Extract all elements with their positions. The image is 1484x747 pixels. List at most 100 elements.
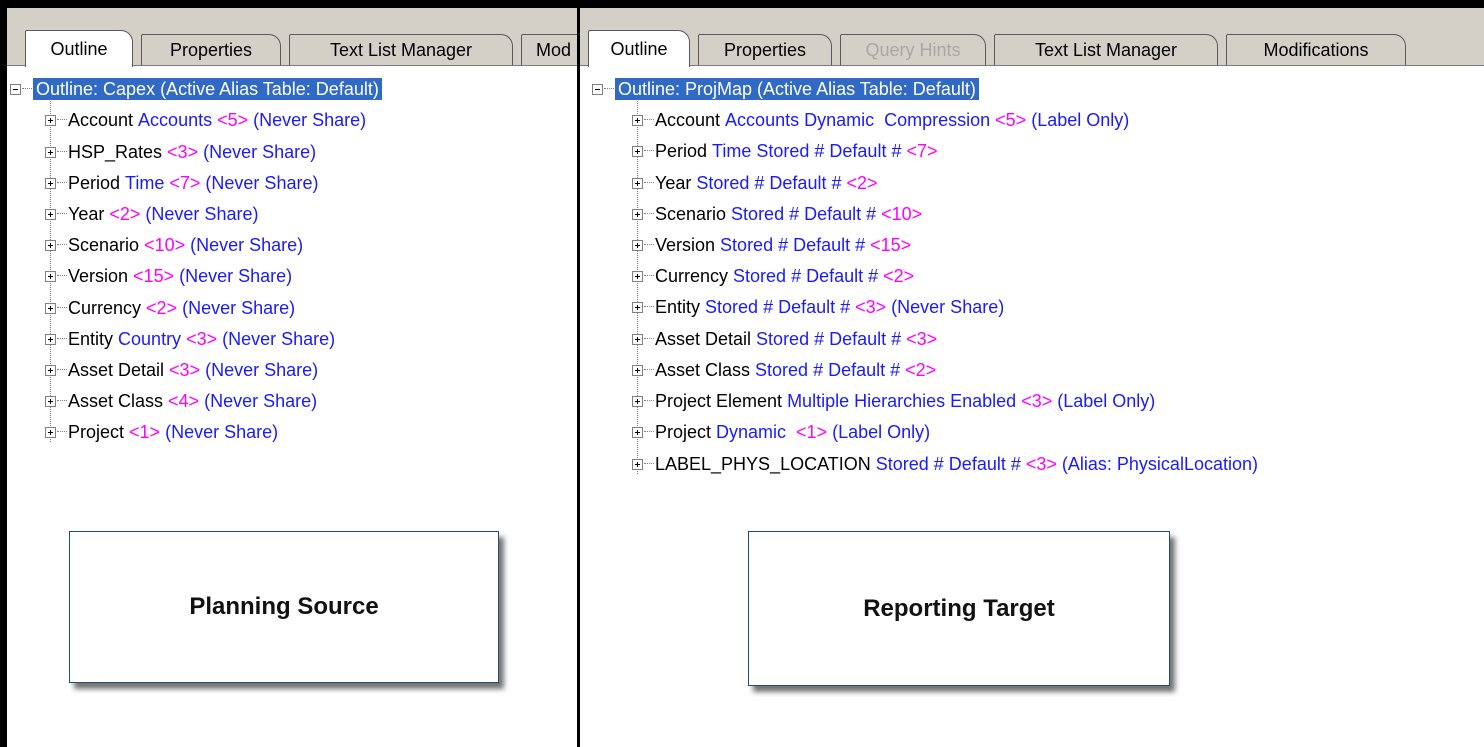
tab-label: Outline bbox=[610, 38, 668, 59]
member-property: Stored # Default # bbox=[705, 296, 851, 317]
member-name: Version bbox=[68, 265, 129, 286]
plus-box-icon[interactable] bbox=[45, 364, 56, 376]
member-row-project-element[interactable]: Project Element Multiple Hierarchies Ena… bbox=[632, 389, 1155, 413]
member-row-period[interactable]: Period Time <7> (Never Share) bbox=[45, 171, 318, 195]
tab-label: Properties bbox=[723, 39, 807, 60]
member-row-asset-class[interactable]: Asset Class Stored # Default # <2> bbox=[632, 358, 936, 382]
member-row-account[interactable]: Account Accounts Dynamic Compression <5>… bbox=[632, 108, 1129, 132]
plus-box-icon[interactable] bbox=[45, 395, 56, 407]
minus-box-icon[interactable] bbox=[592, 83, 603, 95]
member-storage: (Never Share) bbox=[253, 109, 367, 130]
member-row-year[interactable]: Year <2> (Never Share) bbox=[45, 202, 258, 226]
reporting-target-callout: Reporting Target bbox=[748, 531, 1170, 686]
member-child-count: <2> bbox=[905, 359, 937, 380]
outline-root-label: Outline: ProjMap (Active Alias Table: De… bbox=[615, 78, 979, 100]
minus-box-icon[interactable] bbox=[10, 83, 21, 95]
member-child-count: <10> bbox=[881, 203, 923, 224]
plus-box-icon[interactable] bbox=[632, 395, 643, 407]
plus-box-icon[interactable] bbox=[45, 270, 56, 282]
tab-modifications[interactable]: Modifications bbox=[1226, 34, 1406, 65]
plus-box-icon[interactable] bbox=[632, 426, 643, 438]
tree-connector bbox=[644, 400, 654, 402]
member-name: HSP_Rates bbox=[68, 141, 163, 162]
member-row-scenario[interactable]: Scenario <10> (Never Share) bbox=[45, 233, 303, 257]
member-row-asset-detail[interactable]: Asset Detail Stored # Default # <3> bbox=[632, 327, 937, 351]
member-storage: (Never Share) bbox=[165, 421, 279, 442]
plus-box-icon[interactable] bbox=[45, 177, 56, 189]
member-property: Stored # Default # bbox=[733, 265, 879, 286]
member-row-asset-detail[interactable]: Asset Detail <3> (Never Share) bbox=[45, 358, 318, 382]
plus-box-icon[interactable] bbox=[45, 146, 56, 158]
member-name: Currency bbox=[655, 265, 729, 286]
plus-box-icon[interactable] bbox=[632, 270, 643, 282]
member-row-asset-class[interactable]: Asset Class <4> (Never Share) bbox=[45, 389, 317, 413]
tab-query-hints: Query Hints bbox=[840, 34, 986, 65]
plus-box-icon[interactable] bbox=[45, 302, 56, 314]
outline-root[interactable]: Outline: ProjMap (Active Alias Table: De… bbox=[592, 77, 979, 101]
tree-connector bbox=[644, 213, 654, 215]
member-storage: (Never Share) bbox=[190, 234, 304, 255]
plus-box-icon[interactable] bbox=[632, 333, 643, 345]
member-property: Stored # Default # bbox=[696, 172, 842, 193]
tab-label: Properties bbox=[169, 39, 253, 60]
tree-connector bbox=[604, 88, 614, 90]
plus-box-icon[interactable] bbox=[632, 145, 643, 157]
member-child-count: <10> bbox=[144, 234, 186, 255]
member-property: Time bbox=[125, 172, 165, 193]
plus-box-icon[interactable] bbox=[632, 208, 643, 220]
member-row-label-phys-location[interactable]: LABEL_PHYS_LOCATION Stored # Default # <… bbox=[632, 452, 1258, 476]
member-row-entity[interactable]: Entity Stored # Default # <3> (Never Sha… bbox=[632, 295, 1004, 319]
tab-text-list-manager[interactable]: Text List Manager bbox=[994, 34, 1218, 65]
tab-text-list-manager[interactable]: Text List Manager bbox=[289, 34, 513, 65]
member-row-year[interactable]: Year Stored # Default # <2> bbox=[632, 171, 878, 195]
tab-properties[interactable]: Properties bbox=[141, 34, 281, 65]
tab-properties[interactable]: Properties bbox=[698, 34, 832, 65]
member-row-currency[interactable]: Currency <2> (Never Share) bbox=[45, 296, 295, 320]
member-storage: (Never Share) bbox=[179, 265, 293, 286]
member-name: Account bbox=[655, 109, 721, 130]
tree-connector bbox=[644, 275, 654, 277]
tab-label: Text List Manager bbox=[329, 39, 473, 60]
plus-box-icon[interactable] bbox=[45, 208, 56, 220]
tree-connector bbox=[57, 400, 67, 402]
plus-box-icon[interactable] bbox=[45, 239, 56, 251]
tree-connector bbox=[644, 306, 654, 308]
member-row-account[interactable]: Account Accounts <5> (Never Share) bbox=[45, 108, 366, 132]
tab-label: Outline bbox=[50, 38, 108, 59]
plus-box-icon[interactable] bbox=[45, 333, 56, 345]
member-row-version[interactable]: Version Stored # Default # <15> bbox=[632, 233, 911, 257]
plus-box-icon[interactable] bbox=[632, 458, 643, 470]
tab-outline[interactable]: Outline bbox=[588, 30, 690, 67]
tree-connector bbox=[644, 119, 654, 121]
right-outline-tree: Outline: ProjMap (Active Alias Table: De… bbox=[580, 66, 1484, 747]
member-row-hsp-rates[interactable]: HSP_Rates <3> (Never Share) bbox=[45, 140, 316, 164]
member-storage: (Label Only) bbox=[832, 421, 931, 442]
member-child-count: <2> bbox=[146, 297, 178, 318]
plus-box-icon[interactable] bbox=[632, 114, 643, 126]
member-row-period[interactable]: Period Time Stored # Default # <7> bbox=[632, 139, 938, 163]
member-row-entity[interactable]: Entity Country <3> (Never Share) bbox=[45, 327, 335, 351]
member-row-version[interactable]: Version <15> (Never Share) bbox=[45, 264, 292, 288]
tab-modifications-clipped[interactable]: Mod bbox=[521, 34, 577, 65]
left-tab-bar: Outline Properties Text List Manager Mod bbox=[7, 8, 577, 67]
tree-connector bbox=[57, 338, 67, 340]
plus-box-icon[interactable] bbox=[45, 426, 56, 438]
tab-outline[interactable]: Outline bbox=[25, 30, 133, 67]
member-row-project[interactable]: Project Dynamic <1> (Label Only) bbox=[632, 420, 930, 444]
member-row-project[interactable]: Project <1> (Never Share) bbox=[45, 420, 278, 444]
member-name: Project bbox=[68, 421, 125, 442]
plus-box-icon[interactable] bbox=[632, 177, 643, 189]
member-name: Year bbox=[655, 172, 692, 193]
member-child-count: <3> bbox=[855, 296, 887, 317]
member-name: Account bbox=[68, 109, 134, 130]
member-row-scenario[interactable]: Scenario Stored # Default # <10> bbox=[632, 202, 922, 226]
member-row-currency[interactable]: Currency Stored # Default # <2> bbox=[632, 264, 914, 288]
member-storage: (Never Share) bbox=[891, 296, 1005, 317]
plus-box-icon[interactable] bbox=[632, 364, 643, 376]
plus-box-icon[interactable] bbox=[45, 114, 56, 126]
member-child-count: <2> bbox=[883, 265, 915, 286]
plus-box-icon[interactable] bbox=[632, 301, 643, 313]
plus-box-icon[interactable] bbox=[632, 239, 643, 251]
outline-root[interactable]: Outline: Capex (Active Alias Table: Defa… bbox=[10, 77, 382, 101]
member-name: Entity bbox=[68, 328, 114, 349]
